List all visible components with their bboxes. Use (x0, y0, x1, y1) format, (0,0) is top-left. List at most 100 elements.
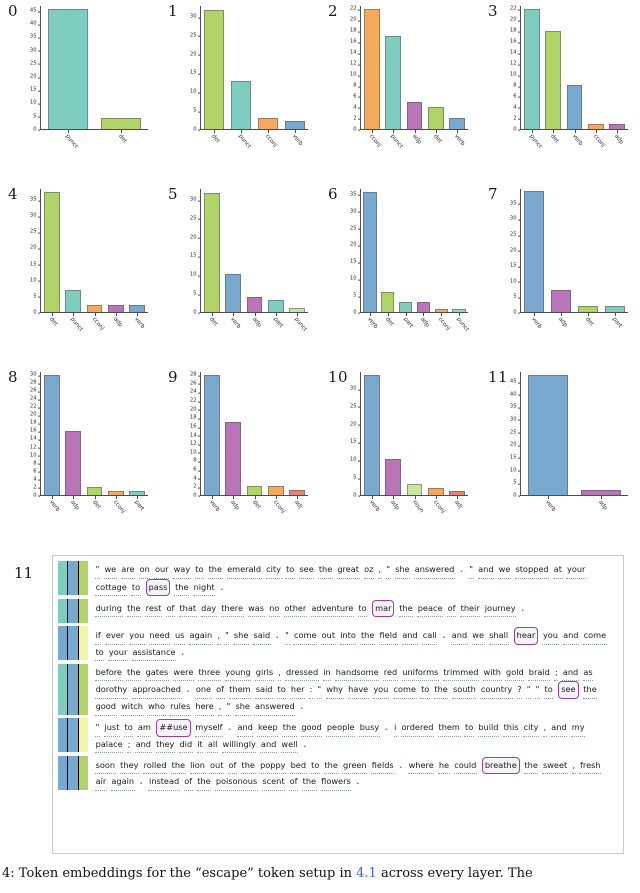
bar-slot (521, 6, 542, 129)
bar-det[interactable] (428, 107, 444, 129)
swatch[interactable] (79, 561, 88, 596)
bar-verb[interactable] (527, 374, 568, 495)
bar-adp[interactable] (246, 297, 263, 312)
bar-verb[interactable] (566, 85, 583, 129)
bar-chart-grid: 0 0 5 10 15 20 25 30 35 40 45 punct det 1 0 5 10 15 20 25 30… (0, 0, 640, 548)
y-axis-tick-label: 12 (510, 61, 521, 67)
y-axis-tick-label: 2 (33, 485, 40, 490)
token: good (95, 699, 117, 716)
bar-cconj[interactable] (363, 9, 380, 129)
bar-part[interactable] (268, 300, 284, 312)
bar-det[interactable] (577, 305, 598, 312)
bar-adp[interactable] (609, 123, 626, 129)
bar-det[interactable] (545, 31, 562, 129)
bar-det[interactable] (86, 487, 103, 495)
bar-punct[interactable] (523, 9, 540, 129)
bar-cconj[interactable] (434, 308, 448, 312)
bar-verb[interactable] (203, 375, 220, 495)
bar-adp[interactable] (385, 459, 402, 495)
bar-det[interactable] (43, 192, 60, 312)
bar-verb[interactable] (284, 120, 305, 129)
token: dressed (285, 665, 319, 682)
swatch[interactable] (79, 626, 88, 661)
swatch-selected[interactable] (67, 598, 79, 623)
bar-part[interactable] (604, 305, 625, 312)
bar-adp[interactable] (108, 305, 124, 312)
bar-det[interactable] (246, 486, 263, 495)
swatch-selected[interactable] (67, 718, 79, 753)
x-axis-tick-label: cconj (111, 499, 126, 515)
y-axis-tick-label: 14 (350, 50, 361, 56)
bar-cconj[interactable] (588, 123, 604, 129)
swatch[interactable] (79, 755, 88, 791)
highlighted-token[interactable]: mar (372, 599, 395, 618)
bar-adp[interactable] (225, 422, 242, 495)
token: " (385, 562, 391, 579)
bar-adj[interactable] (289, 490, 306, 495)
bar-verb[interactable] (43, 375, 60, 495)
bar-verb[interactable] (225, 274, 242, 312)
x-axis-labels: det punct cconj verb (201, 130, 308, 164)
swatch[interactable] (58, 718, 67, 753)
bar-punct[interactable] (47, 8, 88, 129)
highlighted-token[interactable]: ##use (156, 719, 191, 737)
swatch[interactable] (58, 626, 67, 661)
swatch[interactable] (79, 718, 88, 753)
highlighted-token[interactable]: see (558, 681, 579, 700)
bar-adp[interactable] (581, 489, 622, 495)
bar-punct[interactable] (289, 308, 306, 312)
token: willingly (221, 737, 257, 754)
highlighted-token[interactable]: hear (513, 627, 539, 645)
x-axis-tick-label: det (250, 499, 261, 511)
swatch-selected[interactable] (67, 561, 79, 596)
token: the (323, 758, 339, 775)
bar-adp[interactable] (416, 301, 430, 312)
y-axis-tick-label: 10 (190, 89, 201, 95)
token: us (174, 628, 186, 645)
bar-verb[interactable] (363, 191, 377, 312)
bar-noun[interactable] (406, 484, 423, 495)
caption-section-ref[interactable]: 4.1 (356, 866, 377, 881)
bar-verb[interactable] (449, 117, 466, 129)
x-tick: punct (287, 313, 308, 347)
swatch-selected[interactable] (67, 663, 79, 715)
token: the (196, 774, 212, 792)
bar-cconj[interactable] (86, 305, 103, 312)
bar-verb[interactable] (363, 374, 380, 495)
y-axis-tick-label: 15 (30, 261, 41, 267)
bar-cconj[interactable] (268, 486, 284, 495)
highlighted-token[interactable]: breathe (481, 756, 520, 775)
bar-det[interactable] (101, 117, 142, 129)
bar-verb[interactable] (129, 305, 146, 312)
swatch[interactable] (58, 663, 67, 715)
bar-slot (84, 372, 105, 495)
highlighted-token[interactable]: pass (145, 578, 171, 597)
bar-punct[interactable] (65, 289, 82, 312)
bar-part[interactable] (398, 301, 413, 312)
bar-adp[interactable] (551, 289, 572, 312)
swatch[interactable] (79, 663, 88, 715)
bar-adj[interactable] (449, 491, 466, 495)
bar-punct[interactable] (452, 308, 466, 312)
swatch[interactable] (58, 755, 67, 791)
swatch-selected[interactable] (67, 755, 79, 791)
bar-punct[interactable] (385, 36, 402, 129)
bar-cconj[interactable] (257, 117, 278, 129)
bar-det[interactable] (381, 291, 395, 312)
swatch[interactable] (79, 598, 88, 623)
bar-adp[interactable] (65, 431, 82, 495)
token: you (128, 628, 145, 645)
bar-cconj[interactable] (428, 487, 444, 495)
y-axis-tick-label: 22 (510, 6, 521, 12)
swatch[interactable] (58, 598, 67, 623)
swatch[interactable] (58, 561, 67, 596)
x-tick: verb (361, 496, 382, 530)
bar-adp[interactable] (406, 101, 423, 129)
bar-part[interactable] (129, 491, 146, 495)
swatch-selected[interactable] (67, 626, 79, 661)
bar-det[interactable] (203, 192, 220, 312)
bar-verb[interactable] (524, 191, 545, 312)
bar-det[interactable] (204, 9, 225, 129)
bar-punct[interactable] (231, 80, 252, 129)
bar-cconj[interactable] (108, 491, 124, 495)
